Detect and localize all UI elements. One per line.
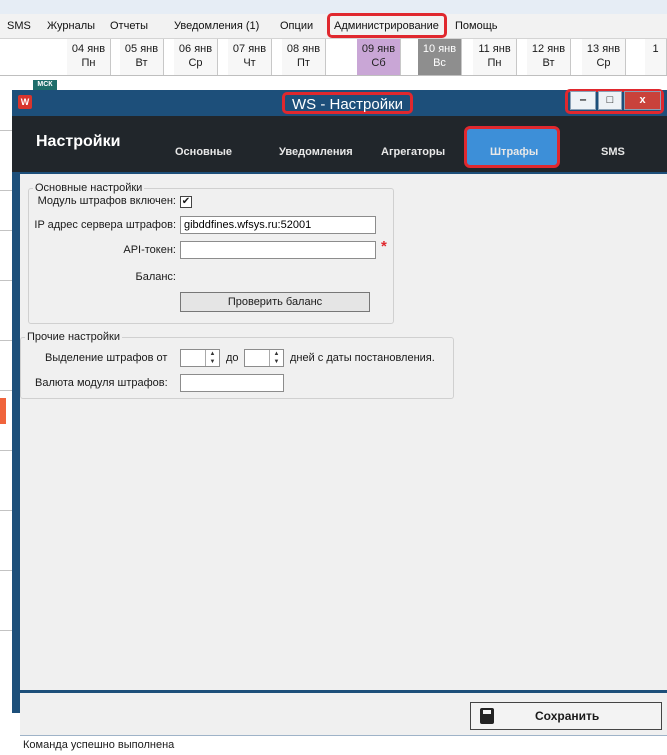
other-settings-legend: Прочие настройки bbox=[27, 331, 121, 343]
tab-main[interactable]: Основные bbox=[175, 146, 232, 158]
calendar-day[interactable]: 05 янв Вт bbox=[120, 39, 164, 75]
gutter-tick bbox=[0, 230, 12, 231]
check-balance-button[interactable]: Проверить баланс bbox=[180, 292, 370, 312]
gutter-tick bbox=[0, 450, 12, 451]
calendar-days-header: 04 янв Пн 05 янв Вт 06 янв Ср 07 янв Чт 08 я… bbox=[0, 39, 667, 76]
calendar-day[interactable]: 07 янв Чт bbox=[228, 39, 272, 75]
tab-sms[interactable]: SMS bbox=[601, 146, 625, 158]
main-menubar: SMS Журналы Отчеты Уведомления (1) Опции… bbox=[0, 13, 667, 39]
save-button[interactable]: Сохранить bbox=[470, 702, 662, 730]
gutter-tick bbox=[0, 190, 12, 191]
dialog-title: WS - Настройки bbox=[282, 92, 414, 114]
balance-label: Баланс: bbox=[135, 271, 176, 283]
calendar-day[interactable]: 12 янв Вт bbox=[527, 39, 571, 75]
dialog-bottom-area: Сохранить bbox=[20, 693, 667, 735]
calendar-day[interactable]: 08 янв Пт bbox=[282, 39, 326, 75]
tab-notifications[interactable]: Уведомления bbox=[279, 146, 353, 158]
days-suffix-label: дней с даты постановления. bbox=[290, 352, 435, 364]
gutter-tick bbox=[0, 130, 12, 131]
status-bar: Команда успешно выполнена bbox=[20, 735, 667, 755]
close-button[interactable]: x bbox=[624, 91, 661, 110]
save-disk-icon bbox=[480, 708, 494, 724]
tab-aggregators[interactable]: Агрегаторы bbox=[381, 146, 445, 158]
calendar-day[interactable]: 06 янв Ср bbox=[174, 39, 218, 75]
main-settings-legend: Основные настройки bbox=[35, 182, 143, 194]
spinner-arrows-icon[interactable]: ▲ ▼ bbox=[205, 350, 219, 366]
to-label: до bbox=[226, 352, 239, 364]
save-button-label: Сохранить bbox=[535, 709, 600, 723]
spinner-arrows-icon[interactable]: ▲ ▼ bbox=[269, 350, 283, 366]
gutter-tick bbox=[0, 340, 12, 341]
highlight-from-spinner[interactable]: ▲ ▼ bbox=[180, 349, 220, 367]
highlight-to-spinner[interactable]: ▲ ▼ bbox=[244, 349, 284, 367]
gutter-tick bbox=[0, 570, 12, 571]
menu-help[interactable]: Помощь bbox=[455, 14, 498, 38]
tab-fines[interactable]: Штрафы bbox=[490, 146, 538, 158]
gutter-tick bbox=[0, 510, 12, 511]
app-logo-icon: W bbox=[18, 95, 32, 109]
menu-sms[interactable]: SMS bbox=[7, 14, 31, 38]
maximize-button[interactable]: □ bbox=[598, 91, 622, 110]
timezone-badge: МСК bbox=[33, 80, 57, 90]
module-enabled-label: Модуль штрафов включен: bbox=[37, 195, 176, 207]
status-text: Команда успешно выполнена bbox=[23, 739, 175, 751]
calendar-day-saturday[interactable]: 09 янв Сб bbox=[357, 39, 401, 75]
gutter-tick bbox=[0, 390, 12, 391]
settings-content: Основные настройки Модуль штрафов включе… bbox=[20, 174, 667, 690]
api-token-field[interactable] bbox=[180, 241, 376, 259]
gutter-tick bbox=[0, 630, 12, 631]
calendar-event-marker[interactable] bbox=[0, 398, 6, 424]
calendar-day[interactable]: 11 янв Пн bbox=[473, 39, 517, 75]
currency-field[interactable] bbox=[180, 374, 284, 392]
highlight-from-label: Выделение штрафов от bbox=[45, 352, 168, 364]
dialog-titlebar[interactable]: W WS - Настройки ‒ □ x bbox=[12, 89, 667, 116]
settings-header: Настройки Основные Уведомления Агрегатор… bbox=[12, 116, 667, 172]
settings-dialog: W WS - Настройки ‒ □ x Настройки Основны… bbox=[12, 89, 667, 755]
menu-administration-highlight bbox=[327, 13, 447, 38]
menu-notifications[interactable]: Уведомления (1) bbox=[174, 14, 259, 38]
calendar-day[interactable]: 1 bbox=[645, 39, 667, 75]
menu-options[interactable]: Опции bbox=[280, 14, 313, 38]
calendar-day[interactable]: 13 янв Ср bbox=[582, 39, 626, 75]
menu-reports[interactable]: Отчеты bbox=[110, 14, 148, 38]
calendar-day-sunday[interactable]: 10 янв Вс bbox=[418, 39, 462, 75]
server-ip-label: IP адрес сервера штрафов: bbox=[34, 219, 176, 231]
calendar-day[interactable]: 04 янв Пн bbox=[67, 39, 111, 75]
minimize-button[interactable]: ‒ bbox=[570, 91, 596, 110]
server-ip-field[interactable]: gibddfines.wfsys.ru:52001 bbox=[180, 216, 376, 234]
settings-title: Настройки bbox=[36, 133, 121, 150]
required-asterisk-icon: * bbox=[381, 238, 387, 255]
currency-label: Валюта модуля штрафов: bbox=[35, 377, 168, 389]
api-token-label: API-токен: bbox=[123, 244, 176, 256]
window-top-band bbox=[0, 0, 667, 14]
gutter-tick bbox=[0, 280, 12, 281]
menu-journals[interactable]: Журналы bbox=[47, 14, 95, 38]
module-enabled-checkbox[interactable]: ✔ bbox=[180, 196, 192, 208]
